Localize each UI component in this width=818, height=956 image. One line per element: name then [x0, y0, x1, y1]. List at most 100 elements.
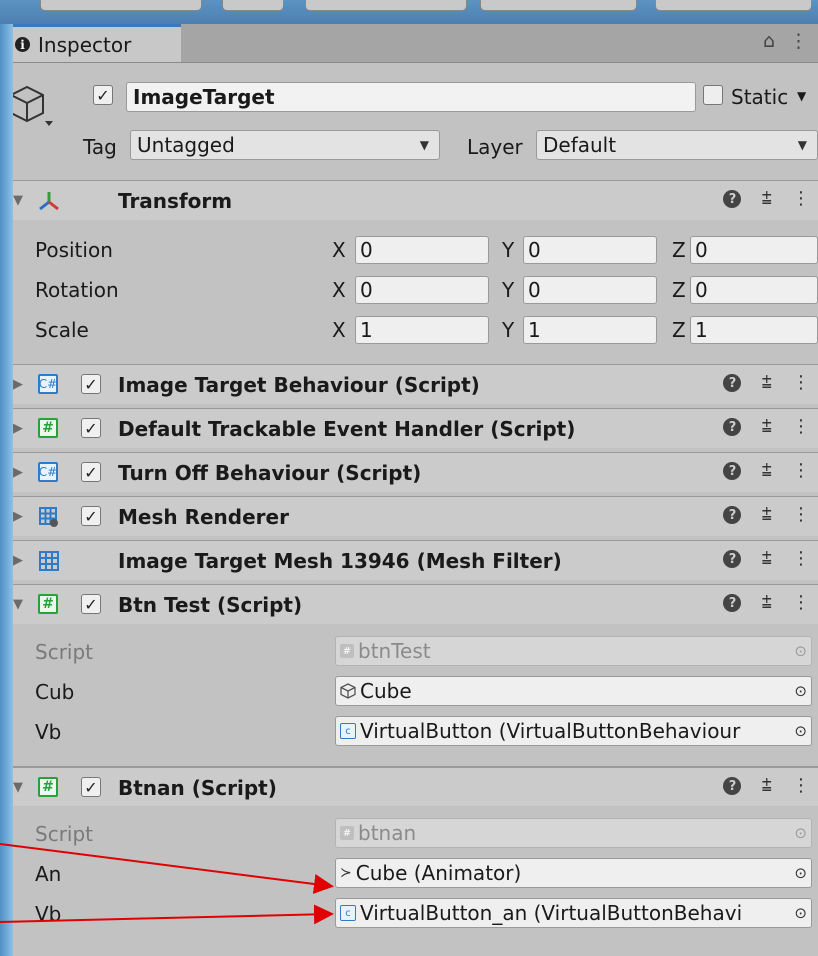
scale-y-field[interactable]: 1: [523, 316, 657, 344]
rotation-label: Rotation: [35, 278, 119, 302]
more-options-icon[interactable]: ⋮: [792, 372, 810, 393]
object-name-field[interactable]: ImageTarget: [126, 82, 696, 112]
component-title: Btn Test (Script): [118, 593, 303, 617]
position-x-field[interactable]: 0: [355, 236, 489, 264]
position-z-field[interactable]: 0: [690, 236, 818, 264]
rotation-x-field[interactable]: 0: [355, 276, 489, 304]
foldout-collapsed-icon[interactable]: ▶: [13, 509, 23, 524]
preset-icon[interactable]: ⩲: [761, 372, 772, 393]
foldout-expanded-icon[interactable]: ▼: [13, 780, 23, 795]
rotation-z-field[interactable]: 0: [690, 276, 818, 304]
top-window-strip: [0, 0, 818, 24]
preset-icon[interactable]: ⩲: [761, 548, 772, 569]
tag-dropdown[interactable]: Untagged ▼: [130, 130, 440, 160]
preset-icon[interactable]: ⩲: [761, 592, 772, 613]
static-label[interactable]: Static: [731, 85, 788, 109]
btn-test-header[interactable]: ▼ # ✓ Btn Test (Script) ? ⩲ ⋮: [13, 584, 818, 624]
script-asset-icon: #: [340, 644, 354, 658]
object-picker-icon[interactable]: ⊙: [794, 682, 807, 700]
more-options-icon[interactable]: ⋮: [792, 460, 810, 481]
tab-inspector[interactable]: i Inspector: [13, 24, 181, 62]
layer-value: Default: [543, 133, 617, 157]
chevron-down-icon: ▼: [797, 138, 807, 152]
component-title: Mesh Renderer: [118, 505, 289, 529]
foldout-collapsed-icon[interactable]: ▶: [13, 421, 23, 436]
static-dropdown-arrow-icon[interactable]: ▼: [797, 89, 806, 103]
script-field-value: btnTest: [358, 639, 431, 663]
preset-icon[interactable]: ⩲: [761, 504, 772, 525]
component-enabled-checkbox[interactable]: ✓: [81, 374, 101, 394]
vb-field[interactable]: c VirtualButton (VirtualButtonBehaviour …: [335, 716, 812, 746]
gameobject-cube-icon[interactable]: [13, 81, 55, 129]
help-icon[interactable]: ?: [723, 777, 742, 795]
script-icon: C#: [38, 462, 58, 482]
axis-label: Z: [672, 318, 686, 342]
more-options-icon[interactable]: ⋮: [792, 775, 810, 796]
axis-label: X: [332, 238, 346, 262]
cub-field[interactable]: Cube ⊙: [335, 676, 812, 706]
more-options-icon[interactable]: ⋮: [792, 504, 810, 525]
rotation-y-field[interactable]: 0: [523, 276, 657, 304]
object-picker-icon[interactable]: ⊙: [794, 904, 807, 922]
lock-icon[interactable]: ⌂: [763, 30, 775, 52]
static-checkbox[interactable]: [703, 85, 723, 105]
foldout-collapsed-icon[interactable]: ▶: [13, 553, 23, 568]
component-title: Transform: [118, 189, 233, 213]
foldout-expanded-icon[interactable]: ▼: [13, 193, 23, 208]
help-icon[interactable]: ?: [723, 594, 742, 612]
preset-icon[interactable]: ⩲: [761, 188, 772, 209]
transform-icon: [39, 192, 59, 211]
transform-component-header[interactable]: ▼ Transform ? ⩲ ⋮: [13, 180, 818, 220]
default-trackable-event-handler-header[interactable]: ▶ # ✓ Default Trackable Event Handler (S…: [13, 408, 818, 448]
scale-x-field[interactable]: 1: [355, 316, 489, 344]
position-y-field[interactable]: 0: [523, 236, 657, 264]
object-picker-icon[interactable]: ⊙: [794, 864, 807, 882]
axis-label: Y: [502, 278, 515, 302]
vb-field[interactable]: c VirtualButton_an (VirtualButtonBehavi …: [335, 898, 812, 928]
axis-label: Z: [672, 238, 686, 262]
btnan-header[interactable]: ▼ # ✓ Btnan (Script) ? ⩲ ⋮: [13, 766, 818, 806]
help-icon[interactable]: ?: [723, 506, 742, 524]
help-icon[interactable]: ?: [723, 418, 742, 436]
axis-label: Y: [502, 318, 515, 342]
component-enabled-checkbox[interactable]: ✓: [81, 462, 101, 482]
component-title: Turn Off Behaviour (Script): [118, 461, 422, 485]
image-target-behaviour-header[interactable]: ▶ C# ✓ Image Target Behaviour (Script) ?…: [13, 364, 818, 404]
more-options-icon[interactable]: ⋮: [792, 592, 810, 613]
component-enabled-checkbox[interactable]: ✓: [81, 418, 101, 438]
more-options-icon[interactable]: ⋮: [792, 548, 810, 569]
help-icon[interactable]: ?: [723, 374, 742, 392]
tab-bar: i Inspector ⌂ ⋮: [13, 24, 818, 63]
an-field[interactable]: ≻ Cube (Animator) ⊙: [335, 858, 812, 888]
component-enabled-checkbox[interactable]: ✓: [81, 506, 101, 526]
turn-off-behaviour-header[interactable]: ▶ C# ✓ Turn Off Behaviour (Script) ? ⩲ ⋮: [13, 452, 818, 492]
mesh-filter-header[interactable]: ▶ Image Target Mesh 13946 (Mesh Filter) …: [13, 540, 818, 580]
more-options-icon[interactable]: ⋮: [792, 416, 810, 437]
foldout-expanded-icon[interactable]: ▼: [13, 597, 23, 612]
preset-icon[interactable]: ⩲: [761, 460, 772, 481]
more-options-icon[interactable]: ⋮: [792, 188, 810, 209]
layer-dropdown[interactable]: Default ▼: [536, 130, 818, 160]
component-enabled-checkbox[interactable]: ✓: [81, 777, 101, 797]
foldout-collapsed-icon[interactable]: ▶: [13, 377, 23, 392]
object-picker-icon[interactable]: ⊙: [794, 722, 807, 740]
toolbar-pill: [655, 0, 812, 11]
help-icon[interactable]: ?: [723, 550, 742, 568]
mesh-renderer-header[interactable]: ▶ ✓ Mesh Renderer ? ⩲ ⋮: [13, 496, 818, 536]
help-icon[interactable]: ?: [723, 190, 742, 208]
more-options-icon[interactable]: ⋮: [789, 30, 808, 52]
preset-icon[interactable]: ⩲: [761, 775, 772, 796]
script-icon: c: [340, 723, 356, 739]
object-picker-icon: ⊙: [794, 642, 807, 660]
vb-label: Vb: [35, 902, 62, 926]
active-checkbox[interactable]: ✓: [93, 85, 113, 105]
scale-z-field[interactable]: 1: [690, 316, 818, 344]
foldout-collapsed-icon[interactable]: ▶: [13, 465, 23, 480]
preset-icon[interactable]: ⩲: [761, 416, 772, 437]
tag-value: Untagged: [137, 133, 235, 157]
axis-label: Z: [672, 278, 686, 302]
help-icon[interactable]: ?: [723, 462, 742, 480]
vb-field-value: VirtualButton_an (VirtualButtonBehavi: [360, 901, 743, 925]
component-enabled-checkbox[interactable]: ✓: [81, 594, 101, 614]
script-label: Script: [35, 640, 94, 664]
